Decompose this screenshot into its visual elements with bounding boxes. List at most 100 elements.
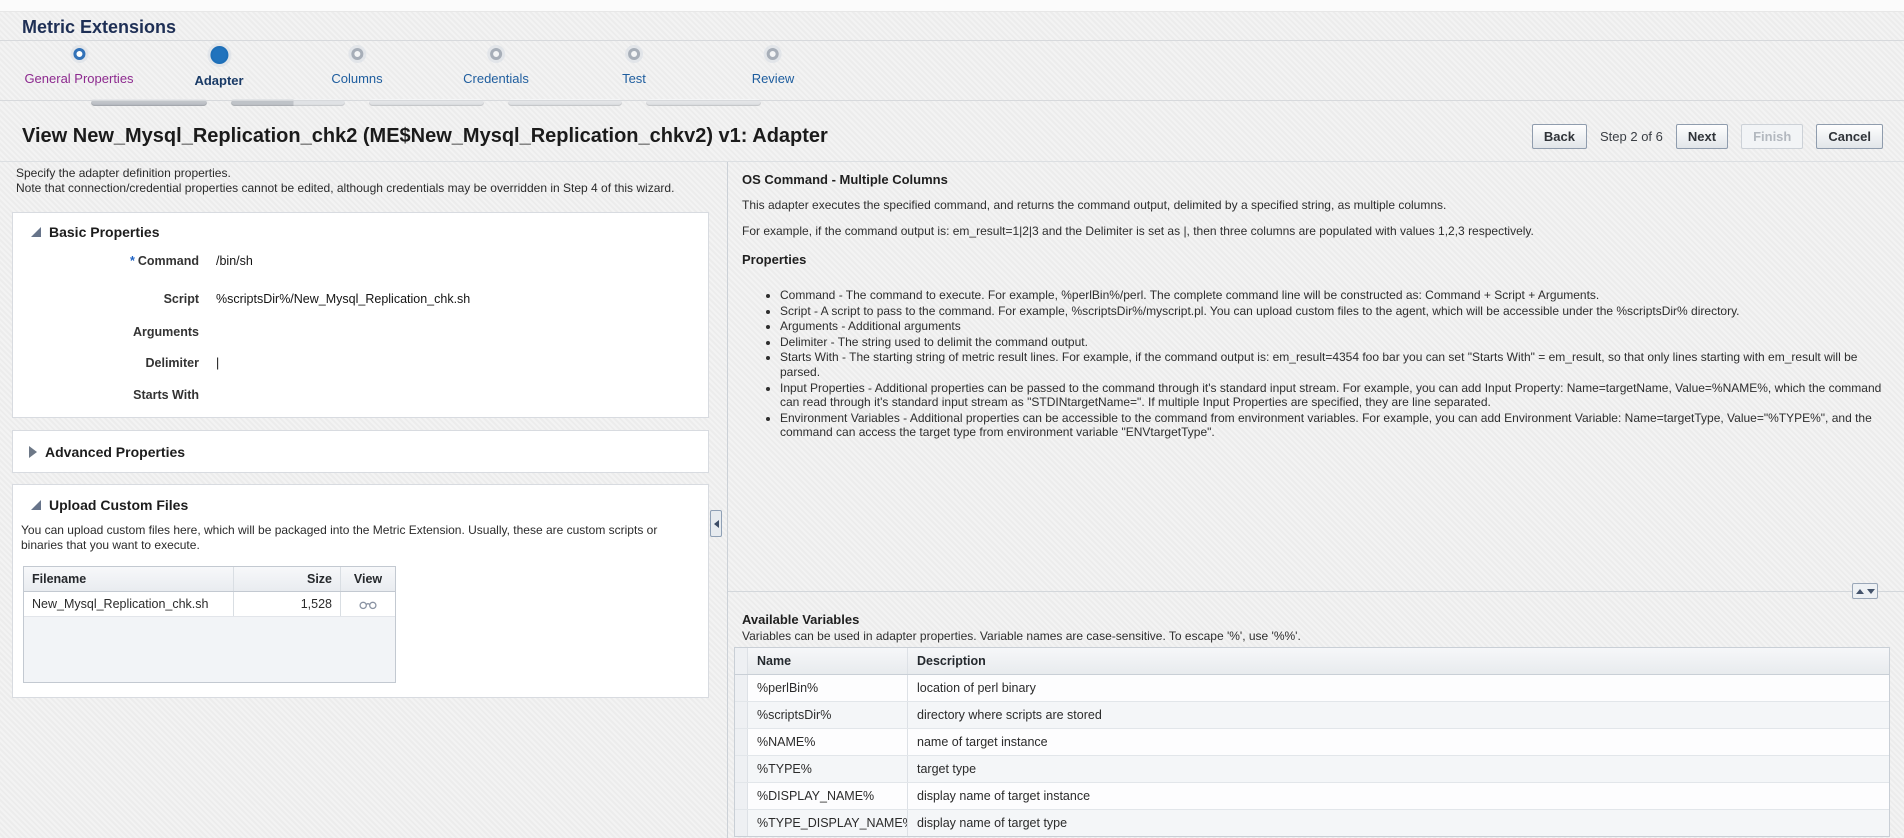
variable-name-cell: %NAME% — [748, 729, 908, 755]
variable-desc-cell: location of perl binary — [917, 681, 1036, 695]
row-header-gutter — [735, 648, 748, 674]
variable-name-cell: %DISPLAY_NAME% — [748, 783, 908, 809]
train-step-label[interactable]: Credentials — [463, 71, 529, 86]
variable-desc-cell: display name of target type — [917, 816, 1068, 830]
divider — [0, 161, 1904, 162]
train-step-label[interactable]: Test — [622, 71, 646, 86]
collapse-left-icon — [713, 519, 719, 528]
advanced-properties-panel: Advanced Properties — [12, 430, 709, 473]
train-step-marker[interactable] — [73, 48, 85, 60]
variable-name-cell: %TYPE% — [748, 756, 908, 782]
variable-row: %TYPE_DISPLAY_NAME% display name of targ… — [735, 810, 1889, 836]
divider — [0, 100, 1904, 101]
train-step-marker[interactable] — [489, 48, 502, 60]
help-bullet: Script - A script to pass to the command… — [780, 304, 1894, 319]
train-step-test[interactable]: Test — [622, 47, 646, 86]
train-step-label: Adapter — [194, 73, 244, 88]
field-row-script: Script %scriptsDir%/New_Mysql_Replicatio… — [13, 292, 708, 310]
available-variables-subtitle: Variables can be used in adapter propert… — [742, 629, 1301, 643]
horizontal-splitter-handle[interactable] — [1852, 583, 1878, 599]
cancel-button[interactable]: Cancel — [1816, 124, 1883, 149]
basic-properties-header[interactable]: Basic Properties — [31, 224, 160, 240]
step-indicator: Step 2 of 6 — [1600, 129, 1663, 144]
help-paragraph: This adapter executes the specified comm… — [742, 198, 1447, 212]
help-properties-list: Command - The command to execute. For ex… — [742, 288, 1894, 441]
field-value: %scriptsDir%/New_Mysql_Replication_chk.s… — [216, 292, 471, 306]
col-header-description: Description — [917, 654, 986, 668]
train-step-label[interactable]: Review — [752, 71, 795, 86]
help-paragraph: For example, if the command output is: e… — [742, 224, 1534, 238]
variables-table-header: Name Description — [735, 648, 1889, 675]
collapse-down-icon — [1866, 588, 1875, 594]
field-label: Starts With — [133, 388, 199, 402]
train-step-marker[interactable] — [350, 48, 363, 60]
field-value: /bin/sh — [216, 254, 253, 268]
page-intro: Specify the adapter definition propertie… — [16, 166, 674, 196]
upload-custom-files-header[interactable]: Upload Custom Files — [31, 497, 188, 513]
disclosure-collapsed-icon — [29, 446, 37, 458]
upload-table-row[interactable]: New_Mysql_Replication_chk.sh 1,528 — [24, 592, 395, 617]
available-variables-title: Available Variables — [742, 612, 860, 627]
panel-title: Advanced Properties — [45, 444, 186, 460]
help-bullet: Arguments - Additional arguments — [780, 319, 1894, 334]
field-row-delimiter: Delimiter | — [13, 356, 708, 374]
upload-files-table: Filename Size View New_Mysql_Replication… — [23, 566, 396, 683]
train-step-label[interactable]: General Properties — [24, 71, 133, 86]
train-step-label[interactable]: Columns — [331, 71, 382, 86]
next-button[interactable]: Next — [1675, 124, 1729, 149]
file-name-cell[interactable]: New_Mysql_Replication_chk.sh — [24, 592, 234, 616]
required-asterisk: * — [130, 254, 135, 268]
col-header-filename[interactable]: Filename — [24, 567, 234, 591]
help-properties-title: Properties — [742, 252, 807, 267]
panel-title: Upload Custom Files — [49, 497, 189, 513]
variable-desc-cell: target type — [917, 762, 977, 776]
variable-desc-cell: directory where scripts are stored — [917, 708, 1102, 722]
view-file-cell[interactable] — [341, 592, 395, 616]
train-step-marker[interactable] — [767, 48, 779, 60]
advanced-properties-header[interactable]: Advanced Properties — [29, 444, 185, 460]
row-header-gutter — [735, 702, 748, 728]
variable-name-cell: %TYPE_DISPLAY_NAME% — [748, 810, 908, 836]
variable-row: %perlBin% location of perl binary — [735, 675, 1889, 702]
file-size-cell: 1,528 — [234, 592, 341, 616]
col-header-size[interactable]: Size — [234, 567, 341, 591]
train-step-marker[interactable] — [210, 46, 228, 64]
col-header-view[interactable]: View — [341, 567, 395, 591]
vertical-pane-divider — [727, 162, 728, 838]
field-row-arguments: Arguments — [13, 325, 708, 343]
page-title: View New_Mysql_Replication_chk2 (ME$New_… — [22, 125, 828, 147]
field-value: | — [216, 356, 220, 370]
horizontal-pane-divider — [728, 591, 1904, 592]
back-button[interactable]: Back — [1531, 124, 1587, 149]
variable-row: %NAME% name of target instance — [735, 729, 1889, 756]
vertical-splitter-handle[interactable] — [710, 510, 722, 537]
finish-button: Finish — [1741, 124, 1804, 149]
field-label: Arguments — [133, 325, 199, 339]
help-bullet: Environment Variables - Additional prope… — [780, 411, 1894, 440]
train-step-adapter[interactable]: Adapter — [194, 46, 244, 88]
wizard-buttons: Back Step 2 of 6 Next Finish Cancel — [1531, 124, 1883, 149]
glasses-view-icon[interactable] — [359, 600, 377, 610]
row-header-gutter — [735, 756, 748, 782]
upload-custom-files-panel: Upload Custom Files You can upload custo… — [12, 484, 709, 698]
row-header-gutter — [735, 810, 748, 836]
field-label: Script — [163, 292, 199, 306]
app-title: Metric Extensions — [22, 17, 177, 37]
variable-row: %DISPLAY_NAME% display name of target in… — [735, 783, 1889, 810]
help-bullet: Input Properties - Additional properties… — [780, 381, 1894, 410]
variable-row: %scriptsDir% directory where scripts are… — [735, 702, 1889, 729]
train-step-credentials[interactable]: Credentials — [463, 47, 529, 86]
intro-line2: Note that connection/credential properti… — [16, 181, 675, 195]
top-strip — [0, 0, 1904, 12]
help-bullet: Delimiter - The string used to delimit t… — [780, 335, 1894, 350]
disclosure-expanded-icon — [31, 500, 41, 510]
train-step-columns[interactable]: Columns — [331, 47, 383, 86]
variable-name-cell: %perlBin% — [748, 675, 908, 701]
field-label: Delimiter — [145, 356, 200, 370]
row-header-gutter — [735, 729, 748, 755]
train-step-marker[interactable] — [628, 48, 640, 60]
panel-title: Basic Properties — [49, 224, 160, 240]
train-step-review[interactable]: Review — [752, 47, 795, 86]
train-step-general-properties[interactable]: General Properties — [24, 47, 134, 86]
help-bullet: Starts With - The starting string of met… — [780, 350, 1894, 379]
